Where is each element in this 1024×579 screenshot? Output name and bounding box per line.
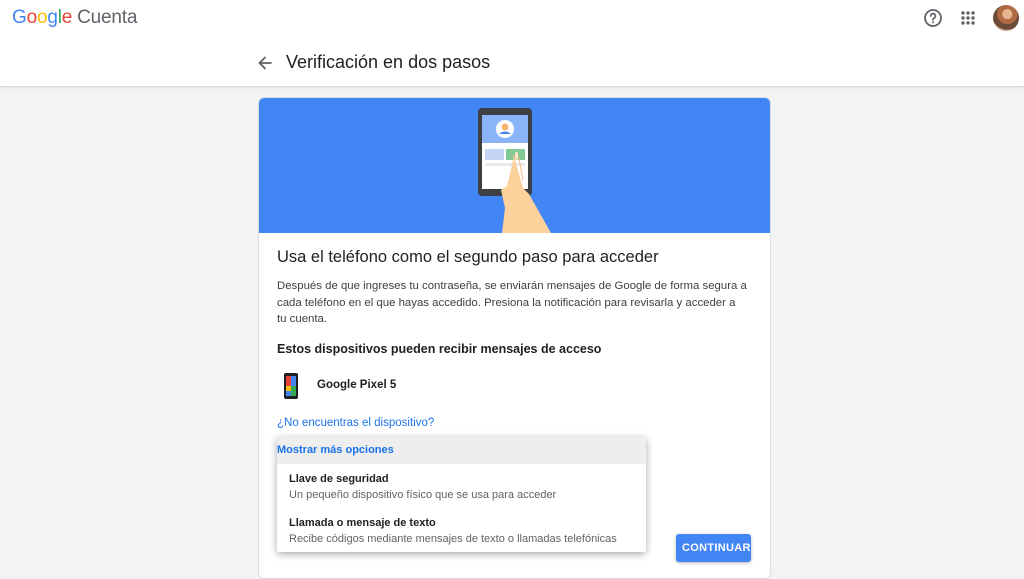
menu-header-label: Mostrar más opciones [277, 444, 394, 456]
logo-letter: G [12, 7, 27, 28]
menu-item-security-key[interactable]: Llave de seguridad Un pequeño dispositiv… [277, 467, 646, 509]
menu-item-subtitle: Recibe códigos mediante mensajes de text… [289, 533, 617, 545]
more-options-menu: Mostrar más opciones Llave de seguridad … [277, 437, 646, 552]
phone-tap-illustration [478, 108, 551, 233]
apps-grid-icon[interactable] [958, 8, 978, 28]
card-description: Después de que ingreses tu contraseña, s… [277, 280, 747, 326]
help-icon[interactable] [923, 8, 943, 28]
page-header: Verificación en dos pasos [0, 38, 1024, 87]
show-more-options-header[interactable]: Mostrar más opciones [277, 437, 646, 464]
menu-item-title: Llave de seguridad [289, 473, 389, 485]
google-account-logo[interactable]: Google Cuenta [12, 7, 137, 29]
hero-banner [259, 98, 770, 233]
logo-letter: g [47, 7, 58, 28]
device-item: Google Pixel 5 [277, 370, 577, 404]
page-title: Verificación en dos pasos [286, 52, 491, 72]
logo-letter: e [61, 7, 73, 28]
back-arrow-icon[interactable] [255, 53, 275, 73]
device-not-found-link[interactable]: ¿No encuentras el dispositivo? [277, 417, 434, 429]
logo-letter: o [26, 7, 38, 28]
app-bar: Google Cuenta [0, 0, 1024, 38]
device-name: Google Pixel 5 [317, 379, 397, 391]
continue-button[interactable]: CONTINUAR [676, 534, 751, 562]
menu-item-call-or-sms[interactable]: Llamada o mensaje de texto Recibe código… [277, 511, 646, 553]
card-heading: Usa el teléfono como el segundo paso par… [277, 248, 659, 266]
menu-item-subtitle: Un pequeño dispositivo físico que se usa… [289, 489, 557, 501]
devices-heading: Estos dispositivos pueden recibir mensaj… [277, 342, 602, 356]
logo-letter: o [36, 7, 48, 28]
product-name: Cuenta [77, 7, 138, 28]
avatar[interactable] [993, 5, 1019, 31]
menu-item-title: Llamada o mensaje de texto [289, 517, 436, 529]
smartphone-icon [283, 372, 299, 405]
